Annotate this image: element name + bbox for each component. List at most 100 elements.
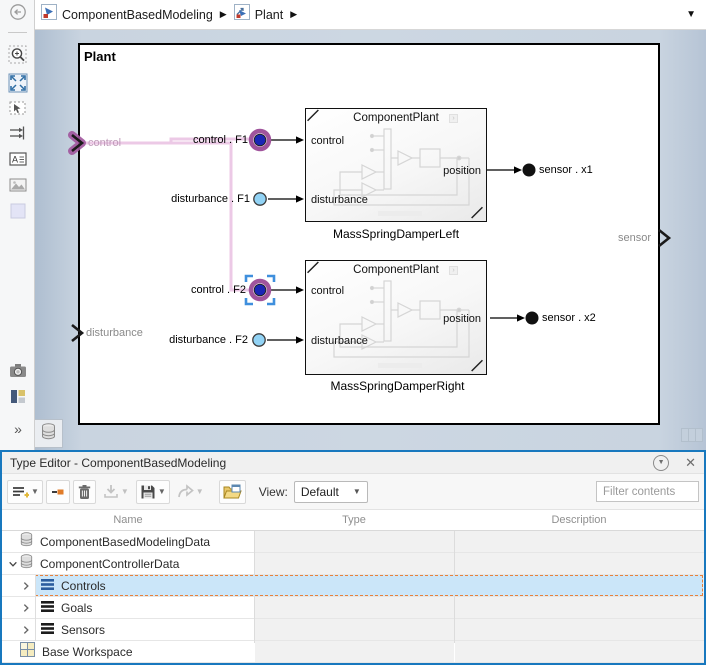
delete-button[interactable]: [72, 479, 96, 504]
input-port-control[interactable]: [68, 131, 86, 155]
block-port-out-position: position: [443, 313, 481, 325]
block-port-in-disturbance: disturbance: [311, 194, 368, 206]
data-dictionary-icon: [20, 531, 33, 552]
dropdown-caret-icon: ▼: [120, 487, 129, 496]
region-select-button[interactable]: [7, 99, 29, 121]
dropdown-caret-icon[interactable]: ▼: [158, 487, 166, 496]
expand-toolbar-button[interactable]: »: [7, 418, 29, 440]
import-button[interactable]: ▼: [99, 480, 133, 504]
node-sensor-x1[interactable]: [522, 163, 536, 177]
node-sensor-x2[interactable]: [525, 311, 539, 325]
breadcrumb-label: Plant: [254, 7, 284, 22]
data-dictionary-icon: [41, 422, 56, 445]
expander-chevron-down-icon[interactable]: [6, 559, 20, 569]
label-disturbance-f1: disturbance . F1: [171, 193, 250, 205]
chevron-down-icon: ▼: [352, 487, 361, 496]
magnifier-icon: [8, 45, 28, 70]
select-region-icon: [8, 98, 28, 123]
type-editor-panel: Type Editor - ComponentBasedModeling ▼ ✕…: [0, 450, 706, 665]
type-editor-titlebar: Type Editor - ComponentBasedModeling ▼ ✕: [2, 452, 704, 474]
table-row[interactable]: ComponentControllerData: [2, 553, 704, 575]
area-button[interactable]: [7, 202, 29, 224]
edge-label-disturbance: disturbance: [86, 327, 143, 339]
expander-chevron-right-icon[interactable]: [19, 603, 33, 613]
subsystem-badge-icon: [233, 4, 250, 25]
image-icon: [8, 175, 28, 200]
model-canvas[interactable]: Plant control . F1 disturbance . F1 sens…: [35, 30, 706, 450]
table-row[interactable]: Base Workspace: [2, 641, 704, 663]
block-mass-spring-damper-right[interactable]: ComponentPlant › control disturbance pos…: [305, 260, 487, 375]
palette-button[interactable]: [7, 387, 29, 409]
view-select[interactable]: Default ▼: [293, 480, 368, 503]
table-row-selected[interactable]: Controls: [2, 575, 704, 597]
table-row[interactable]: Sensors: [2, 619, 704, 641]
annotation-button[interactable]: A: [7, 150, 29, 172]
row-name: Sensors: [61, 622, 106, 637]
panel-menu-icon[interactable]: ▼: [653, 454, 670, 471]
nested-type-icon: [51, 489, 64, 494]
node-disturbance-f1[interactable]: [253, 192, 267, 206]
breadcrumb-dropdown-icon[interactable]: ▼: [686, 9, 696, 20]
row-name: Goals: [61, 600, 93, 615]
breadcrumb-item-model[interactable]: ComponentBasedModeling: [41, 4, 213, 25]
export-button[interactable]: ▼: [173, 480, 208, 504]
block-caption: MassSpringDamperRight: [330, 379, 465, 393]
filter-contents-input[interactable]: [596, 481, 699, 502]
hidden-content-badge[interactable]: [681, 428, 703, 442]
area-box-icon: [8, 201, 28, 226]
svg-text:A: A: [12, 154, 18, 164]
input-port-disturbance[interactable]: [71, 323, 85, 343]
simulink-window: A » ComponentBasedModeling ▶ Plant ▶ ▼ P…: [0, 0, 706, 665]
fit-to-view-button[interactable]: [7, 73, 29, 96]
annotation-icon: A: [8, 149, 28, 174]
signal-routing-button[interactable]: [7, 124, 29, 146]
open-in-model-explorer-button[interactable]: [218, 479, 246, 504]
view-label: View:: [258, 484, 288, 499]
row-name: ComponentControllerData: [40, 556, 180, 571]
bus-type-icon: [41, 621, 54, 639]
block-badge-icon: ›: [449, 266, 458, 275]
save-button[interactable]: ▼: [135, 479, 170, 504]
block-inner-title: ComponentPlant: [353, 264, 439, 276]
add-entry-button[interactable]: ▼: [7, 479, 43, 504]
navigate-back-button[interactable]: [7, 3, 29, 25]
edge-label-control: control: [88, 137, 122, 149]
expander-chevron-right-icon[interactable]: [19, 625, 33, 635]
node-control-f1[interactable]: [248, 128, 272, 152]
table-row[interactable]: ComponentBasedModelingData: [2, 531, 704, 553]
add-nested-type-button[interactable]: [45, 479, 70, 504]
import-icon: [104, 485, 118, 498]
zoom-region-button[interactable]: [7, 45, 29, 70]
model-badge-icon: [41, 4, 57, 25]
screenshot-button[interactable]: [7, 361, 29, 383]
row-name: Base Workspace: [42, 644, 133, 659]
label-control-f2: control . F2: [190, 284, 246, 296]
bus-type-icon: [41, 577, 54, 595]
breadcrumb-label: ComponentBasedModeling: [62, 7, 213, 22]
save-icon: [141, 485, 155, 498]
bus-type-icon: [41, 599, 54, 617]
panel-close-icon[interactable]: ✕: [685, 456, 696, 469]
image-button[interactable]: [7, 176, 29, 198]
export-icon: [177, 484, 194, 498]
table-row[interactable]: Goals: [2, 597, 704, 619]
label-sensor-x1: sensor . x1: [539, 164, 593, 176]
selection-highlight: [35, 575, 703, 596]
add-entry-icon: [13, 486, 29, 497]
node-disturbance-f2[interactable]: [252, 333, 266, 347]
table-header: Name Type Description: [2, 510, 704, 531]
label-disturbance-f2: disturbance . F2: [169, 334, 248, 346]
expander-chevron-right-icon[interactable]: [19, 581, 33, 591]
output-port-sensor[interactable]: [658, 228, 672, 248]
breadcrumb: ComponentBasedModeling ▶ Plant ▶ ▼: [35, 0, 706, 30]
highlighted-signal-wire[interactable]: [83, 137, 250, 292]
data-dictionary-tab[interactable]: [35, 419, 63, 448]
type-editor-toolbar: ▼ ▼ ▼ ▼ View: Default ▼ Filter contents: [2, 474, 704, 510]
breadcrumb-separator-icon: ▶: [219, 9, 227, 19]
block-port-in-control: control: [311, 285, 345, 297]
breadcrumb-item-subsystem[interactable]: Plant: [233, 4, 284, 25]
node-control-f2[interactable]: [248, 278, 272, 302]
type-editor-title: Type Editor - ComponentBasedModeling: [10, 455, 227, 470]
block-mass-spring-damper-left[interactable]: ComponentPlant › control disturbance pos…: [305, 108, 487, 222]
dropdown-caret-icon[interactable]: ▼: [31, 487, 39, 496]
